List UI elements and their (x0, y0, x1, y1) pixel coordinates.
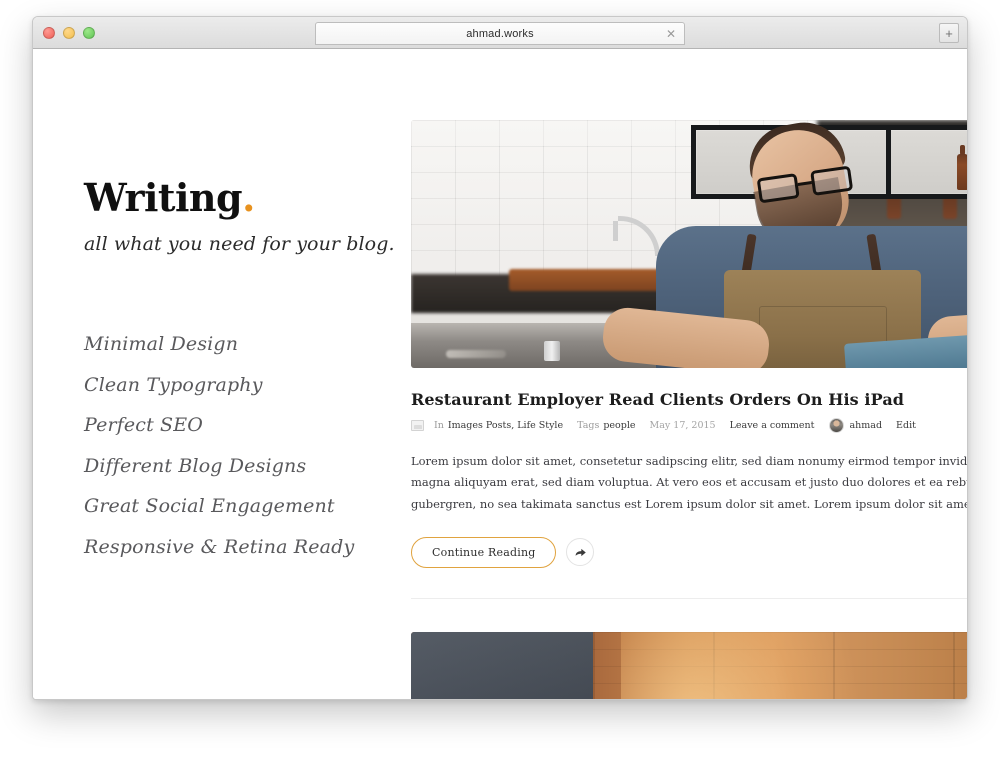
lens-right (810, 165, 854, 196)
leave-comment-link[interactable]: Leave a comment (730, 420, 815, 431)
feature-item: Different Blog Designs (84, 454, 307, 477)
interior-scene-illustration (411, 631, 967, 699)
share-arrow-icon[interactable] (566, 538, 595, 567)
post-actions: Continue Reading (411, 536, 967, 568)
post-tags: Tags people (577, 420, 635, 431)
cafe-scene-illustration (411, 120, 967, 368)
blog-page: Writing. all what you need for your blog… (33, 49, 967, 699)
close-window-button[interactable] (43, 26, 55, 39)
brand-accent-dot: . (242, 175, 255, 220)
concrete-wall (411, 631, 593, 699)
minimize-window-button[interactable] (63, 26, 75, 39)
feature-item: Perfect SEO (84, 414, 203, 436)
lamp-glow (621, 631, 859, 699)
window-controls[interactable] (43, 26, 95, 39)
new-tab-button[interactable]: + (939, 23, 959, 43)
post-title[interactable]: Restaurant Employer Read Clients Orders … (411, 390, 967, 409)
categories-label: In (434, 420, 444, 431)
author-name[interactable]: ahmad (850, 420, 883, 431)
feature-item: Responsive & Retina Ready (84, 535, 355, 558)
post-featured-image[interactable] (411, 120, 967, 368)
sidebar: Writing. all what you need for your blog… (33, 49, 411, 699)
post-feed: Restaurant Employer Read Clients Orders … (411, 49, 967, 699)
blog-post (411, 631, 967, 699)
continue-reading-button[interactable]: Continue Reading (411, 536, 557, 568)
browser-titlebar: ahmad.works ✕ + (33, 17, 967, 49)
feature-item: Clean Typography (84, 373, 263, 396)
person-illustration (600, 120, 967, 368)
post-categories: In Images Posts, Life Style (434, 420, 563, 431)
cup-icon (544, 340, 560, 361)
page-viewport: Writing. all what you need for your blog… (33, 49, 967, 699)
blog-post: Restaurant Employer Read Clients Orders … (411, 120, 967, 599)
post-meta: In Images Posts, Life Style Tags people … (411, 418, 967, 433)
browser-window: ahmad.works ✕ + Writing. all what you ne… (32, 16, 968, 700)
avatar (828, 418, 844, 433)
tags-label: Tags (577, 420, 600, 431)
feature-list: Minimal Design Clean Typography Perfect … (84, 333, 411, 558)
post-date: May 17, 2015 (649, 420, 716, 431)
brand-name: Writing (84, 175, 243, 220)
post-excerpt: Lorem ipsum dolor sit amet, consetetur s… (411, 454, 967, 511)
post-featured-image[interactable] (411, 631, 967, 699)
counter-items (446, 350, 506, 359)
categories-value[interactable]: Images Posts, Life Style (448, 420, 563, 431)
close-icon[interactable]: ✕ (666, 28, 676, 40)
zoom-window-button[interactable] (83, 26, 95, 39)
feature-item: Minimal Design (84, 333, 239, 355)
lens-left (756, 173, 800, 204)
browser-tab[interactable]: ahmad.works ✕ (315, 22, 685, 45)
image-icon (411, 420, 424, 431)
feature-item: Great Social Engagement (84, 495, 335, 517)
tab-title: ahmad.works (466, 27, 534, 40)
post-divider (411, 597, 967, 599)
site-logo[interactable]: Writing. (84, 179, 411, 217)
site-tagline: all what you need for your blog. (84, 233, 395, 255)
edit-post-link[interactable]: Edit (896, 420, 916, 431)
post-author[interactable]: ahmad (828, 418, 883, 433)
tags-value[interactable]: people (603, 420, 635, 431)
